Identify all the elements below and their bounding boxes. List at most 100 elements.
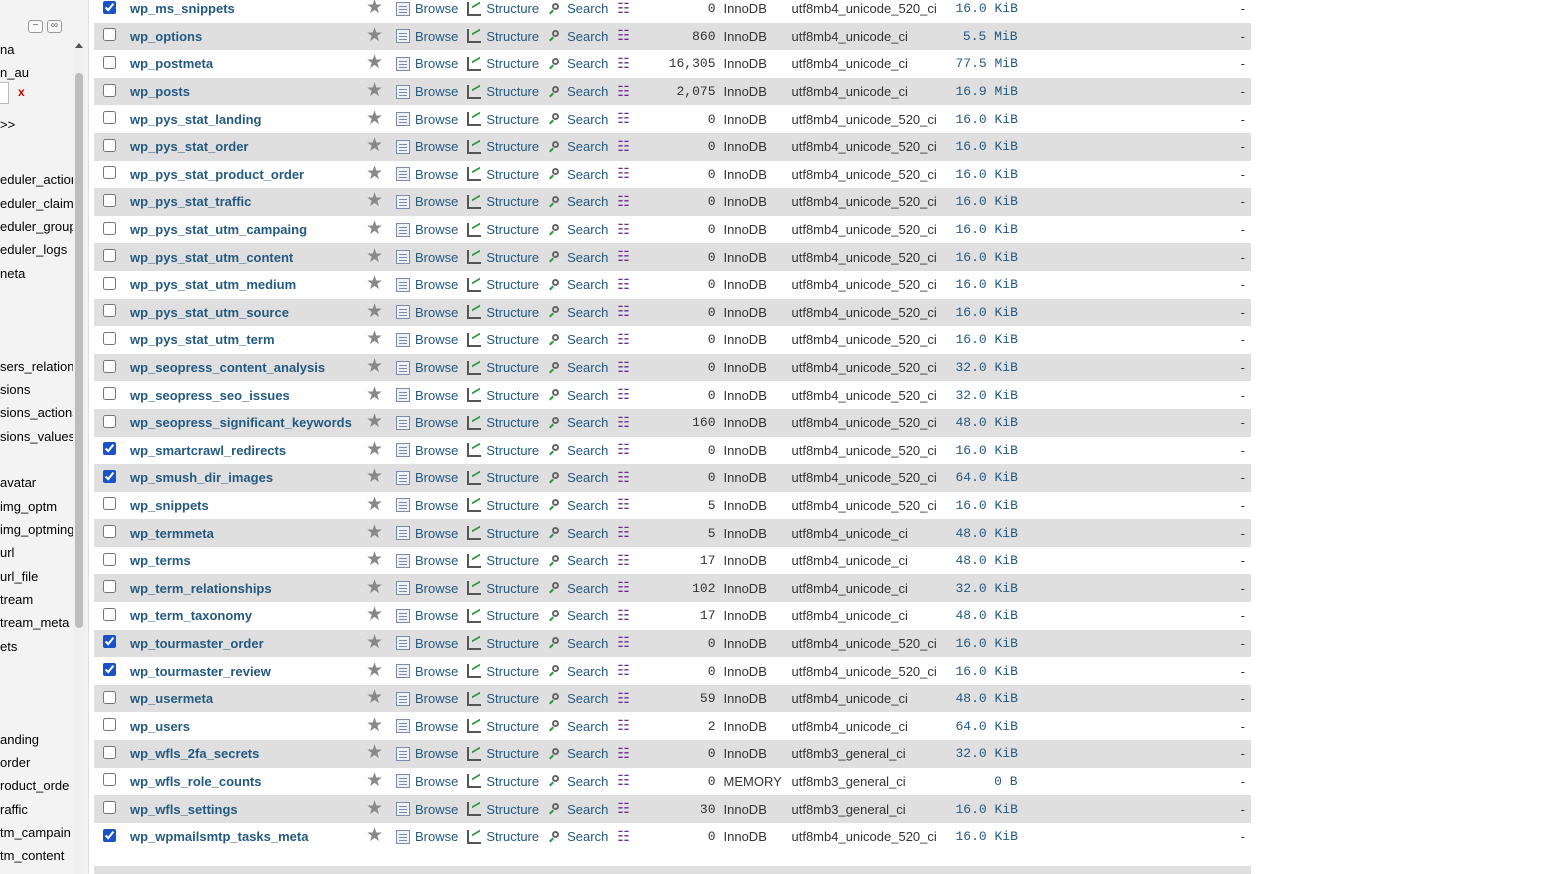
structure-link[interactable]: Structure <box>467 250 539 265</box>
browse-link[interactable]: Browse <box>396 636 458 651</box>
browse-link[interactable]: Browse <box>396 84 458 99</box>
search-link[interactable]: Search <box>548 443 608 458</box>
table-name-link[interactable]: wp_term_relationships <box>130 581 272 596</box>
sidebar-item[interactable]: anding <box>0 732 39 747</box>
sidebar-item[interactable]: avatar <box>0 475 36 490</box>
search-link[interactable]: Search <box>548 56 608 71</box>
table-name-link[interactable]: wp_pys_stat_utm_campaing <box>130 222 307 237</box>
sidebar-item[interactable]: neta <box>0 266 25 281</box>
sidebar-item[interactable]: n_au <box>0 65 29 80</box>
sidebar-item[interactable]: >> <box>0 117 15 132</box>
search-link[interactable]: Search <box>548 802 608 817</box>
favorite-star-icon[interactable]: ★ <box>366 660 383 681</box>
insert-link[interactable]: Insert <box>617 248 629 265</box>
row-checkbox[interactable] <box>102 773 116 787</box>
structure-link[interactable]: Structure <box>467 388 539 403</box>
search-link[interactable]: Search <box>548 250 608 265</box>
structure-link[interactable]: Structure <box>467 29 539 44</box>
search-link[interactable]: Search <box>548 581 608 596</box>
row-checkbox[interactable] <box>102 304 116 318</box>
collapse-all-icon[interactable]: − <box>28 20 43 33</box>
sidebar-item[interactable]: tm_campain <box>0 825 71 840</box>
browse-link[interactable]: Browse <box>396 194 458 209</box>
sidebar-item[interactable]: sers_relation <box>0 359 74 374</box>
row-checkbox[interactable] <box>102 331 116 345</box>
structure-link[interactable]: Structure <box>467 746 539 761</box>
sidebar-item[interactable]: raffic <box>0 802 28 817</box>
table-name-link[interactable]: wp_options <box>130 29 202 44</box>
browse-link[interactable]: Browse <box>396 498 458 513</box>
browse-link[interactable]: Browse <box>396 222 458 237</box>
row-checkbox[interactable] <box>102 138 116 152</box>
search-link[interactable]: Search <box>548 691 608 706</box>
structure-link[interactable]: Structure <box>467 167 539 182</box>
structure-link[interactable]: Structure <box>467 305 539 320</box>
table-size[interactable]: 0 B <box>956 768 1017 796</box>
table-size[interactable]: 16.0 KiB <box>956 299 1018 327</box>
table-size[interactable]: 16.0 KiB <box>956 133 1018 161</box>
table-size[interactable]: 48.0 KiB <box>956 685 1018 713</box>
insert-link[interactable]: Insert <box>617 690 629 707</box>
search-link[interactable]: Search <box>548 360 608 375</box>
table-name-link[interactable]: wp_pys_stat_utm_medium <box>130 277 296 292</box>
favorite-star-icon[interactable]: ★ <box>366 466 383 487</box>
browse-link[interactable]: Browse <box>396 415 458 430</box>
insert-link[interactable]: Insert <box>617 27 629 44</box>
structure-link[interactable]: Structure <box>467 443 539 458</box>
search-link[interactable]: Search <box>548 498 608 513</box>
table-name-link[interactable]: wp_wfls_settings <box>130 802 238 817</box>
insert-link[interactable]: Insert <box>617 0 629 17</box>
insert-link[interactable]: Insert <box>617 828 629 845</box>
insert-link[interactable]: Insert <box>617 745 629 762</box>
table-name-link[interactable]: wp_pys_stat_product_order <box>130 167 304 182</box>
table-size[interactable]: 16.0 KiB <box>956 492 1018 520</box>
sidebar-item[interactable]: eduler_logs <box>0 242 67 257</box>
favorite-star-icon[interactable]: ★ <box>366 411 383 432</box>
row-checkbox[interactable] <box>102 55 116 69</box>
sidebar-item[interactable]: eduler_action <box>0 172 78 187</box>
table-name-link[interactable]: wp_seopress_significant_keywords <box>130 415 352 430</box>
insert-link[interactable]: Insert <box>617 55 629 72</box>
insert-link[interactable]: Insert <box>617 496 629 513</box>
search-link[interactable]: Search <box>548 332 608 347</box>
sidebar-item[interactable]: img_optm <box>0 499 57 514</box>
browse-link[interactable]: Browse <box>396 470 458 485</box>
favorite-star-icon[interactable]: ★ <box>366 80 383 101</box>
row-checkbox[interactable] <box>102 525 116 539</box>
sidebar-scrollbar[interactable] <box>73 40 85 874</box>
sidebar-scroll-thumb[interactable] <box>75 73 83 628</box>
browse-link[interactable]: Browse <box>396 581 458 596</box>
structure-link[interactable]: Structure <box>467 84 539 99</box>
table-name-link[interactable]: wp_pys_stat_landing <box>130 112 261 127</box>
favorite-star-icon[interactable]: ★ <box>366 384 383 405</box>
favorite-star-icon[interactable]: ★ <box>366 439 383 460</box>
sidebar-item[interactable]: eduler_claims <box>0 196 80 211</box>
search-link[interactable]: Search <box>548 194 608 209</box>
row-checkbox[interactable] <box>102 635 116 649</box>
row-checkbox[interactable] <box>102 387 116 401</box>
table-size[interactable]: 32.0 KiB <box>956 354 1018 382</box>
structure-link[interactable]: Structure <box>467 222 539 237</box>
table-size[interactable]: 16.0 KiB <box>956 326 1018 354</box>
table-size[interactable]: 16.0 KiB <box>956 437 1018 465</box>
sidebar-item[interactable]: tream <box>0 592 33 607</box>
browse-link[interactable]: Browse <box>396 802 458 817</box>
insert-link[interactable]: Insert <box>617 193 629 210</box>
browse-link[interactable]: Browse <box>396 774 458 789</box>
row-checkbox[interactable] <box>102 607 116 621</box>
insert-link[interactable]: Insert <box>617 579 629 596</box>
structure-link[interactable]: Structure <box>467 56 539 71</box>
search-link[interactable]: Search <box>548 829 608 844</box>
sidebar-item[interactable]: na <box>0 42 14 57</box>
insert-link[interactable]: Insert <box>617 552 629 569</box>
row-checkbox[interactable] <box>102 552 116 566</box>
row-checkbox[interactable] <box>102 414 116 428</box>
favorite-star-icon[interactable]: ★ <box>366 715 383 736</box>
insert-link[interactable]: Insert <box>617 221 629 238</box>
favorite-star-icon[interactable]: ★ <box>366 494 383 515</box>
structure-link[interactable]: Structure <box>467 553 539 568</box>
favorite-star-icon[interactable]: ★ <box>366 577 383 598</box>
search-link[interactable]: Search <box>548 664 608 679</box>
favorite-star-icon[interactable]: ★ <box>366 328 383 349</box>
structure-link[interactable]: Structure <box>467 415 539 430</box>
